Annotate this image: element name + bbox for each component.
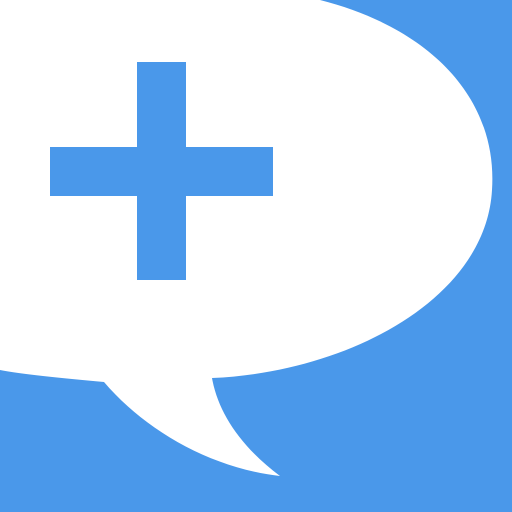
plus-horizontal-bar: [50, 147, 273, 196]
add-comment-icon[interactable]: [0, 0, 512, 512]
